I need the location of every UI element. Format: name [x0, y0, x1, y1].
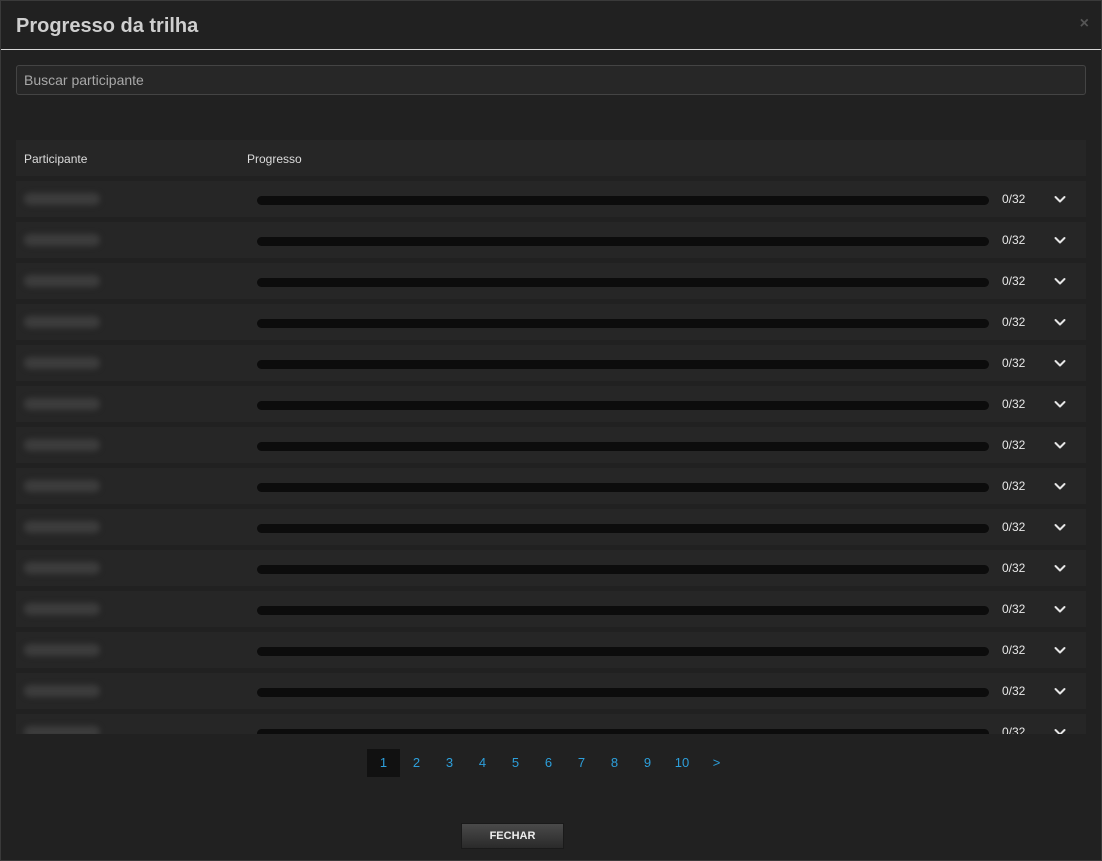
- page-link-10[interactable]: 10: [664, 749, 700, 777]
- page-link-4[interactable]: 4: [466, 749, 499, 777]
- progress-bar: [257, 729, 989, 734]
- progress-bar: [257, 688, 989, 697]
- table-row: 0/32: [16, 386, 1086, 422]
- chevron-down-icon[interactable]: [1052, 437, 1068, 453]
- participant-name-blurred: [24, 603, 100, 615]
- close-icon[interactable]: ×: [1080, 15, 1089, 33]
- progress-count: 0/32: [1002, 643, 1026, 657]
- participant-name-blurred: [24, 480, 100, 492]
- participant-name-blurred: [24, 644, 100, 656]
- page-link-5[interactable]: 5: [499, 749, 532, 777]
- progress-bar: [257, 442, 989, 451]
- progress-count: 0/32: [1002, 274, 1026, 288]
- next-page-link[interactable]: >: [700, 749, 733, 777]
- progress-bar: [257, 606, 989, 615]
- table-row: 0/32: [16, 222, 1086, 258]
- chevron-down-icon[interactable]: [1052, 683, 1068, 699]
- progress-bar: [257, 278, 989, 287]
- modal-title: Progresso da trilha: [16, 15, 199, 37]
- chevron-down-icon[interactable]: [1052, 232, 1068, 248]
- table-row: 0/32: [16, 427, 1086, 463]
- participant-name-blurred: [24, 562, 100, 574]
- participant-name-blurred: [24, 275, 100, 287]
- chevron-down-icon[interactable]: [1052, 601, 1068, 617]
- chevron-down-icon[interactable]: [1052, 191, 1068, 207]
- progress-bar: [257, 196, 989, 205]
- page-link-9[interactable]: 9: [631, 749, 664, 777]
- participant-name-blurred: [24, 357, 100, 369]
- table-row: 0/32: [16, 468, 1086, 504]
- progress-count: 0/32: [1002, 725, 1026, 734]
- page-link-6[interactable]: 6: [532, 749, 565, 777]
- progress-count: 0/32: [1002, 438, 1026, 452]
- column-header-participant: Participante: [24, 152, 88, 166]
- progress-count: 0/32: [1002, 356, 1026, 370]
- progress-modal: Progresso da trilha × Participante Progr…: [0, 0, 1102, 861]
- participant-name-blurred: [24, 726, 100, 734]
- table-row: 0/32: [16, 591, 1086, 627]
- chevron-down-icon[interactable]: [1052, 396, 1068, 412]
- chevron-down-icon[interactable]: [1052, 355, 1068, 371]
- column-header-progress: Progresso: [247, 152, 302, 166]
- participant-name-blurred: [24, 685, 100, 697]
- progress-bar: [257, 483, 989, 492]
- chevron-down-icon[interactable]: [1052, 519, 1068, 535]
- progress-bar: [257, 360, 989, 369]
- table-row: 0/32: [16, 304, 1086, 340]
- progress-count: 0/32: [1002, 520, 1026, 534]
- page-link-7[interactable]: 7: [565, 749, 598, 777]
- table-row: 0/32: [16, 632, 1086, 668]
- progress-count: 0/32: [1002, 602, 1026, 616]
- table-row: 0/32: [16, 714, 1086, 734]
- page-link-8[interactable]: 8: [598, 749, 631, 777]
- table-row: 0/32: [16, 550, 1086, 586]
- participant-name-blurred: [24, 234, 100, 246]
- table-row: 0/32: [16, 345, 1086, 381]
- participants-table: Participante Progresso 0/32 0/32 0/32 0/32 0…: [16, 140, 1086, 734]
- page-link-1[interactable]: 1: [367, 749, 400, 777]
- table-row: 0/32: [16, 263, 1086, 299]
- table-row: 0/32: [16, 509, 1086, 545]
- table-row: 0/32: [16, 673, 1086, 709]
- progress-count: 0/32: [1002, 479, 1026, 493]
- progress-bar: [257, 524, 989, 533]
- table-body: 0/32 0/32 0/32 0/32 0/32 0/32 0/32 0/32 0/32 0/32…: [16, 181, 1086, 734]
- table-row: 0/32: [16, 181, 1086, 217]
- progress-bar: [257, 237, 989, 246]
- chevron-down-icon[interactable]: [1052, 724, 1068, 734]
- chevron-down-icon[interactable]: [1052, 273, 1068, 289]
- progress-count: 0/32: [1002, 397, 1026, 411]
- chevron-down-icon[interactable]: [1052, 560, 1068, 576]
- participant-name-blurred: [24, 439, 100, 451]
- close-button[interactable]: FECHAR: [461, 823, 564, 849]
- pagination: 1 2 3 4 5 6 7 8 9 10 >: [367, 749, 733, 777]
- participant-name-blurred: [24, 193, 100, 205]
- progress-count: 0/32: [1002, 684, 1026, 698]
- participant-name-blurred: [24, 521, 100, 533]
- chevron-down-icon[interactable]: [1052, 478, 1068, 494]
- progress-count: 0/32: [1002, 561, 1026, 575]
- progress-count: 0/32: [1002, 315, 1026, 329]
- progress-bar: [257, 565, 989, 574]
- progress-bar: [257, 647, 989, 656]
- progress-bar: [257, 319, 989, 328]
- chevron-down-icon[interactable]: [1052, 314, 1068, 330]
- progress-bar: [257, 401, 989, 410]
- participant-name-blurred: [24, 316, 100, 328]
- page-link-2[interactable]: 2: [400, 749, 433, 777]
- page-link-3[interactable]: 3: [433, 749, 466, 777]
- chevron-down-icon[interactable]: [1052, 642, 1068, 658]
- progress-count: 0/32: [1002, 192, 1026, 206]
- table-header: Participante Progresso: [16, 140, 1086, 176]
- progress-count: 0/32: [1002, 233, 1026, 247]
- participant-name-blurred: [24, 398, 100, 410]
- search-input[interactable]: [16, 65, 1086, 95]
- modal-header: Progresso da trilha ×: [1, 1, 1101, 50]
